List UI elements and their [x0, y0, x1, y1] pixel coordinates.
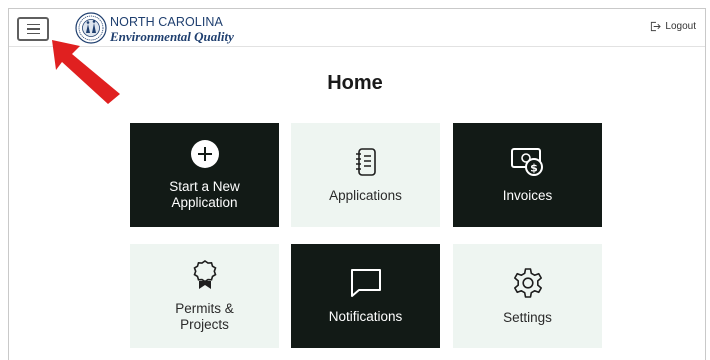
chat-bubble-icon: [349, 267, 383, 299]
red-pointer-arrow-icon: [52, 40, 120, 104]
applications-tile[interactable]: Applications: [291, 123, 440, 227]
tile-label: Notifications: [328, 308, 403, 324]
tile-label: Start a New Application: [169, 178, 240, 210]
logout-button[interactable]: Logout: [650, 21, 696, 32]
tile-label: Invoices: [502, 187, 553, 203]
logout-icon: [651, 21, 662, 32]
nc-deq-logo[interactable]: NORTH CAROLINA Environmental Quality: [110, 16, 234, 43]
logo-line-state: NORTH CAROLINA: [110, 15, 223, 29]
tile-label: Applications: [329, 187, 402, 203]
tile-label: Settings: [503, 309, 552, 325]
invoices-tile[interactable]: $ Invoices: [453, 123, 602, 227]
hamburger-menu-button[interactable]: [17, 17, 49, 41]
logout-label: Logout: [665, 21, 696, 32]
settings-tile[interactable]: Settings: [453, 244, 602, 348]
start-new-application-tile[interactable]: Start a New Application: [130, 123, 279, 227]
money-invoice-icon: $: [510, 146, 546, 178]
permits-projects-tile[interactable]: Permits & Projects: [130, 244, 279, 348]
gear-icon: [511, 266, 545, 300]
logo-line-agency: Environmental Quality: [110, 28, 234, 44]
hamburger-menu-icon: [26, 23, 40, 26]
tile-label: Permits & Projects: [175, 300, 234, 332]
notebook-list-icon: [351, 146, 381, 178]
svg-text:$: $: [530, 161, 538, 174]
plus-circle-icon: [190, 139, 220, 169]
award-ribbon-icon: [192, 259, 218, 291]
notifications-tile[interactable]: Notifications: [291, 244, 440, 348]
